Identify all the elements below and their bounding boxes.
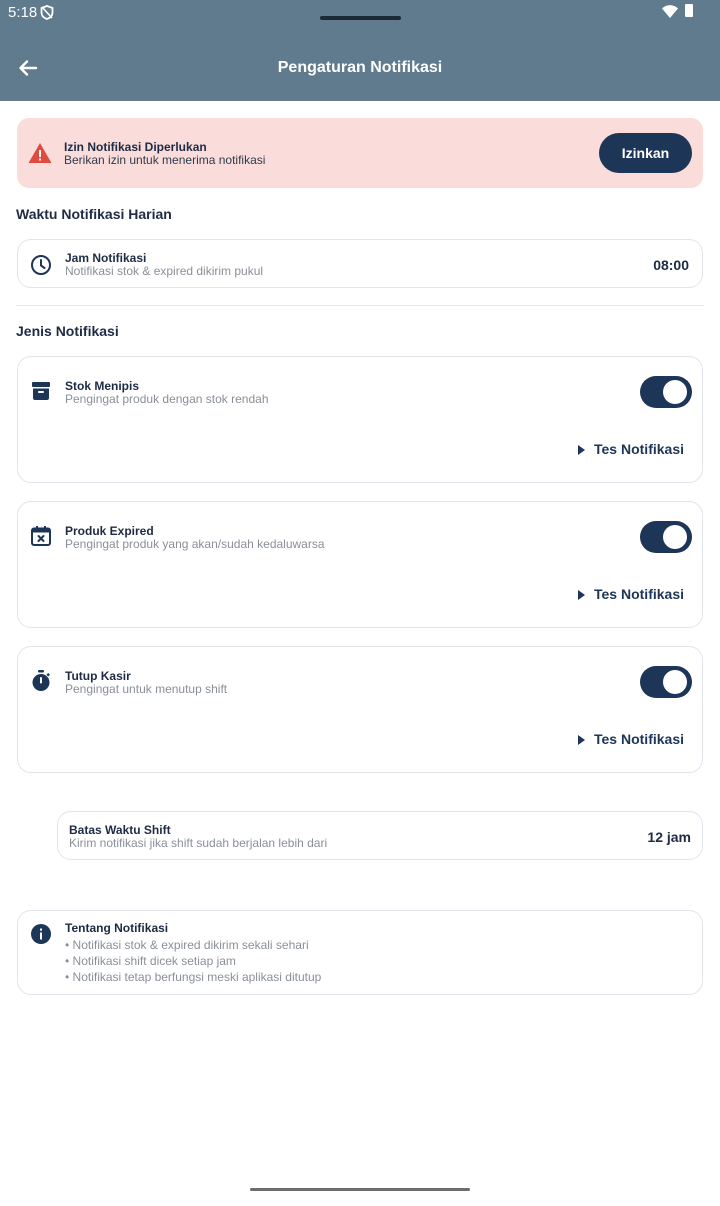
- section-title-types: Jenis Notifikasi: [16, 323, 119, 339]
- battery-icon: [685, 4, 693, 17]
- shield-off-icon: [40, 5, 54, 20]
- section-divider: [16, 305, 704, 306]
- calendar-x-icon: [31, 526, 51, 546]
- clock-icon: [31, 255, 51, 275]
- test-notification-label: Tes Notifikasi: [594, 441, 684, 457]
- play-icon: [578, 445, 585, 455]
- type-subtitle-close-cashier: Pengingat untuk menutup shift: [65, 682, 228, 696]
- notification-type-card-stock: Stok Menipis Pengingat produk dengan sto…: [17, 356, 703, 483]
- play-icon: [578, 735, 585, 745]
- toggle-knob: [663, 380, 687, 404]
- type-title-expired: Produk Expired: [65, 524, 154, 538]
- alert-subtitle: Berikan izin untuk menerima notifikasi: [64, 153, 266, 167]
- time-row-subtitle: Notifikasi stok & expired dikirim pukul: [65, 264, 264, 278]
- page-title: Pengaturan Notifikasi: [277, 59, 443, 76]
- status-time: 5:18: [8, 4, 38, 21]
- play-icon: [578, 590, 585, 600]
- about-line: • Notifikasi stok & expired dikirim seka…: [65, 938, 309, 952]
- toggle-knob: [663, 525, 687, 549]
- about-title: Tentang Notifikasi: [65, 921, 169, 935]
- about-line: • Notifikasi tetap berfungsi meski aplik…: [65, 970, 322, 984]
- test-notification-button-expired[interactable]: Tes Notifikasi: [578, 585, 688, 607]
- info-icon: [31, 924, 51, 944]
- toggle-knob: [663, 670, 687, 694]
- wifi-icon: [662, 5, 678, 18]
- status-bar: 5:18: [0, 0, 720, 26]
- permission-alert: Izin Notifikasi Diperlukan Berikan izin …: [17, 118, 703, 188]
- toggle-expired[interactable]: [640, 521, 692, 553]
- status-notch-pill: [320, 16, 401, 20]
- time-row-value: 08:00: [653, 257, 689, 273]
- type-title-stock: Stok Menipis: [65, 379, 140, 393]
- toggle-close-cashier[interactable]: [640, 666, 692, 698]
- type-subtitle-stock: Pengingat produk dengan stok rendah: [65, 392, 269, 406]
- about-notifications-card: Tentang Notifikasi • Notifikasi stok & e…: [17, 910, 703, 995]
- time-row-title: Jam Notifikasi: [65, 251, 147, 265]
- shift-limit-value: 12 jam: [647, 829, 691, 845]
- stopwatch-icon: [32, 670, 50, 691]
- shift-limit-subtitle: Kirim notifikasi jika shift sudah berjal…: [69, 836, 328, 850]
- test-notification-button-stock[interactable]: Tes Notifikasi: [578, 440, 688, 462]
- section-title-daily: Waktu Notifikasi Harian: [16, 206, 172, 222]
- test-notification-label: Tes Notifikasi: [594, 586, 684, 602]
- shift-limit-title: Batas Waktu Shift: [69, 823, 171, 837]
- type-subtitle-expired: Pengingat produk yang akan/sudah kedaluw…: [65, 537, 325, 551]
- type-title-close-cashier: Tutup Kasir: [65, 669, 131, 683]
- test-notification-button-close-cashier[interactable]: Tes Notifikasi: [578, 730, 688, 752]
- about-line: • Notifikasi shift dicek setiap jam: [65, 954, 236, 968]
- warning-icon: [28, 143, 52, 163]
- toggle-stock[interactable]: [640, 376, 692, 408]
- notification-type-card-expired: Produk Expired Pengingat produk yang aka…: [17, 501, 703, 628]
- notification-time-row[interactable]: Jam Notifikasi Notifikasi stok & expired…: [17, 239, 703, 288]
- allow-permission-button[interactable]: Izinkan: [599, 133, 692, 173]
- alert-title: Izin Notifikasi Diperlukan: [64, 140, 207, 154]
- app-bar: Pengaturan Notifikasi: [0, 26, 720, 101]
- gesture-nav-bar[interactable]: [250, 1188, 470, 1191]
- archive-box-icon: [32, 382, 50, 400]
- shift-limit-row[interactable]: Batas Waktu Shift Kirim notifikasi jika …: [57, 811, 703, 860]
- test-notification-label: Tes Notifikasi: [594, 731, 684, 747]
- notification-type-card-close-cashier: Tutup Kasir Pengingat untuk menutup shif…: [17, 646, 703, 773]
